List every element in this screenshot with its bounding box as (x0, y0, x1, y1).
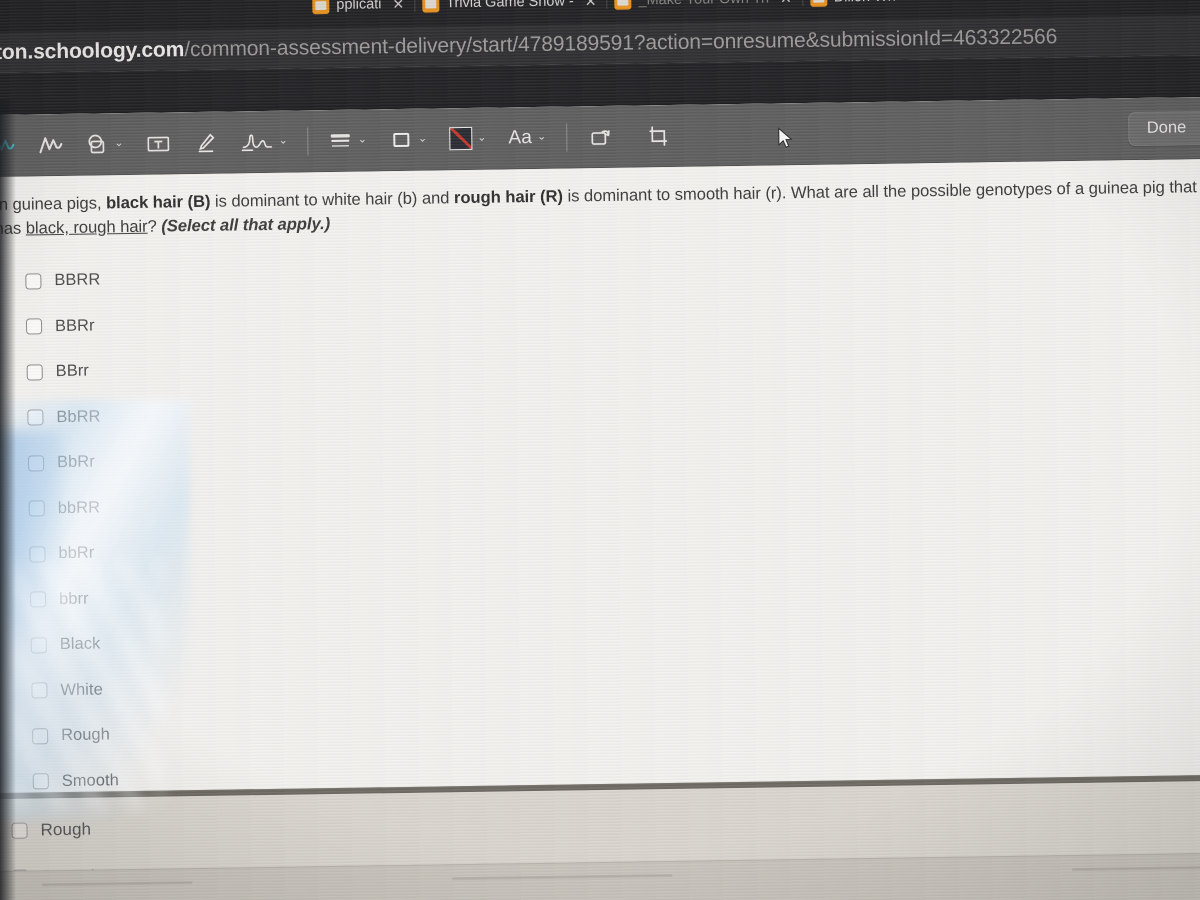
option-checkbox[interactable] (29, 546, 46, 563)
option-checkbox[interactable] (25, 273, 42, 290)
close-icon[interactable]: ✕ (388, 0, 408, 13)
options-list: BBRR BBRr BBrr BbRR BbRr bbRR bbRr bbrr … (0, 241, 1200, 794)
option-checkbox[interactable] (27, 409, 44, 426)
rotate-icon[interactable] (583, 116, 618, 156)
chevron-down-icon[interactable]: ⌄ (358, 133, 367, 145)
option-label: BbRR (56, 407, 101, 426)
option-checkbox[interactable] (32, 727, 49, 745)
question-bold-rough-hair: rough hair (R) (453, 186, 564, 208)
close-icon[interactable]: ✕ (581, 0, 601, 10)
chevron-down-icon[interactable]: ⌄ (477, 132, 486, 144)
question-mid-1: is dominant to white hair (b) and (210, 188, 455, 211)
option-checkbox[interactable] (29, 591, 47, 608)
favicon-icon (614, 0, 632, 10)
chevron-down-icon[interactable]: ⌄ (537, 131, 546, 143)
option-label: Rough (60, 725, 111, 745)
surface-streak (42, 881, 193, 887)
question-text: In guinea pigs, black hair (B) is domina… (0, 175, 1200, 242)
url-host: ngston.schoology.com (0, 38, 185, 65)
browser-tab[interactable]: Trivia Game Show - ✕ (415, 0, 608, 19)
option-label: BbRr (56, 452, 95, 472)
fill-color-icon[interactable]: ⌄ (445, 118, 491, 159)
markup-window: ⌄ ⌄ ⌄ ⌄ ⌄ Aa ⌄ Done In guinea pigs, blac… (0, 96, 1200, 794)
border-style-icon[interactable]: ⌄ (324, 120, 371, 161)
option-checkbox[interactable] (32, 773, 49, 790)
text-icon[interactable] (141, 123, 176, 163)
question-instruction: (Select all that apply.) (161, 214, 331, 236)
option-label: bbrr (58, 589, 89, 608)
option-checkbox[interactable] (27, 455, 45, 472)
browser-tab[interactable]: _Make Your Own Tri ✕ (607, 0, 803, 16)
close-icon[interactable]: ✕ (776, 0, 796, 7)
question-intro: In guinea pigs, (0, 193, 107, 214)
mouse-cursor (778, 127, 793, 148)
option-label: BBRR (54, 270, 101, 290)
chevron-down-icon[interactable]: ⌄ (114, 137, 123, 149)
color-swatch (449, 126, 473, 151)
toolbar-divider (566, 122, 568, 151)
assessment-content: In guinea pigs, black hair (B) is domina… (0, 158, 1200, 794)
toolbar-divider (307, 126, 309, 155)
option-checkbox[interactable] (11, 822, 28, 839)
option-label: Black (59, 634, 101, 654)
chevron-down-icon[interactable]: ⌄ (278, 135, 287, 147)
question-mid-3: ? (147, 216, 162, 236)
favicon-icon (422, 0, 440, 13)
tab-title: _Make Your Own Tri (638, 0, 769, 8)
highlight-icon[interactable] (189, 122, 224, 162)
option-checkbox[interactable] (30, 637, 47, 654)
draw-icon[interactable] (33, 124, 68, 164)
option-label: bbRr (58, 543, 95, 563)
url-path: /common-assessment-delivery/start/478918… (184, 25, 1058, 62)
question-underline-phrase: black, rough hair (25, 216, 148, 238)
surface-streak (1072, 865, 1200, 872)
text-style-icon[interactable]: Aa ⌄ (504, 117, 550, 158)
option-label: Smooth (61, 770, 120, 790)
option-checkbox[interactable] (31, 682, 48, 699)
favicon-icon (312, 0, 330, 14)
crop-icon[interactable] (641, 115, 676, 155)
tab-title: Trivia Game Show - (446, 0, 574, 12)
text-style-label: Aa (508, 126, 533, 148)
photo-of-screen: pplicati ✕ Trivia Game Show - ✕ _Make Yo… (0, 0, 1200, 900)
option-checkbox[interactable] (26, 364, 43, 381)
option-checkbox[interactable] (25, 318, 43, 335)
option-label: bbRR (57, 498, 101, 517)
option-label: BBrr (55, 361, 90, 381)
favicon-icon (809, 0, 827, 7)
browser-tab[interactable]: Dillon Wh (803, 0, 903, 13)
option-label: BBRr (54, 316, 95, 335)
option-label: Rough (40, 819, 92, 839)
shape-style-icon[interactable]: ⌄ (385, 119, 432, 160)
option-checkbox[interactable] (28, 500, 45, 517)
done-button[interactable]: Done (1127, 111, 1200, 147)
option-label: White (60, 680, 103, 699)
tab-title: Dillon Wh (834, 0, 896, 6)
browser-tab[interactable]: pplicati ✕ (305, 0, 415, 20)
chevron-down-icon[interactable]: ⌄ (418, 133, 427, 145)
shapes-icon[interactable]: ⌄ (81, 124, 128, 165)
sketch-icon[interactable] (0, 125, 20, 165)
signature-icon[interactable]: ⌄ (237, 121, 292, 162)
question-bold-black-hair: black hair (B) (105, 191, 211, 213)
surface-streak (452, 874, 673, 881)
tab-title: pplicati (336, 0, 382, 13)
screen-surface: pplicati ✕ Trivia Game Show - ✕ _Make Yo… (0, 0, 1200, 900)
